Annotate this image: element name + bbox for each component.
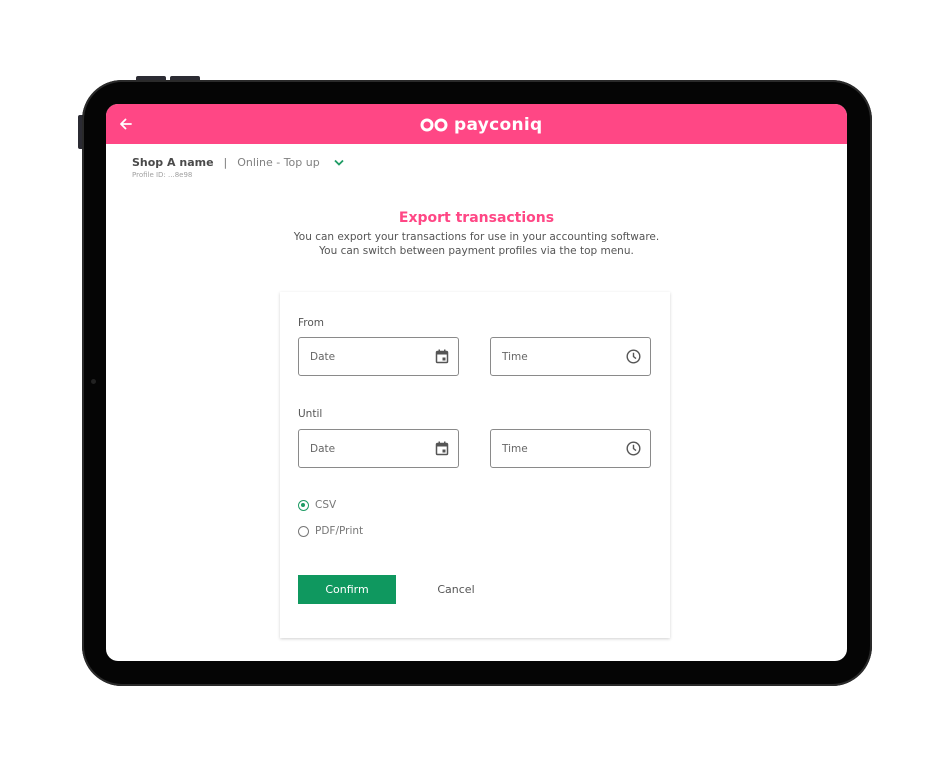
arrow-left-icon xyxy=(120,118,132,130)
brand-name: payconiq xyxy=(454,115,543,135)
payment-profile-dropdown[interactable]: Online - Top up xyxy=(237,156,344,169)
app-screen: payconiq Shop A name | Online - Top up P… xyxy=(106,104,847,661)
calendar-icon[interactable] xyxy=(435,349,449,364)
from-time-input[interactable]: Time xyxy=(490,337,651,376)
calendar-icon[interactable] xyxy=(435,441,449,456)
until-date-input[interactable]: Date xyxy=(298,429,459,468)
until-label: Until xyxy=(298,408,323,420)
page-title: Export transactions xyxy=(398,210,555,226)
time-placeholder: Time xyxy=(502,442,528,455)
payconiq-infinity-icon xyxy=(420,118,448,132)
device-camera xyxy=(91,379,96,384)
format-radio-pdf[interactable]: PDF/Print xyxy=(298,525,363,537)
brand-logo: payconiq xyxy=(420,114,542,136)
clock-icon[interactable] xyxy=(626,349,641,364)
selected-profile: Online - Top up xyxy=(237,156,320,169)
cancel-button[interactable]: Cancel xyxy=(420,575,492,604)
page-description: You can export your transactions for use… xyxy=(106,230,847,258)
confirm-button[interactable]: Confirm xyxy=(298,575,396,604)
shop-name: Shop A name xyxy=(132,156,214,169)
radio-selected-icon[interactable] xyxy=(298,499,309,511)
chevron-down-icon xyxy=(334,159,344,166)
from-label: From xyxy=(298,317,325,329)
radio-unselected-icon[interactable] xyxy=(298,525,309,537)
radio-label: CSV xyxy=(315,499,337,511)
top-bar: payconiq xyxy=(106,104,847,144)
export-form-card: From Date Time Until Date Time CSV PDF/P… xyxy=(280,292,670,638)
date-placeholder: Date xyxy=(310,350,336,363)
date-placeholder: Date xyxy=(310,442,336,455)
profile-selector: Shop A name | Online - Top up Profile ID… xyxy=(132,156,344,179)
clock-icon[interactable] xyxy=(626,441,641,456)
back-button[interactable] xyxy=(116,114,136,134)
format-radio-csv[interactable]: CSV xyxy=(298,499,336,511)
radio-label: PDF/Print xyxy=(315,525,364,537)
separator: | xyxy=(223,156,228,169)
description-line: You can export your transactions for use… xyxy=(293,231,660,243)
from-date-input[interactable]: Date xyxy=(298,337,459,376)
time-placeholder: Time xyxy=(502,350,528,363)
profile-id: Profile ID: ...8e98 xyxy=(132,171,193,179)
until-time-input[interactable]: Time xyxy=(490,429,651,468)
description-line: You can switch between payment profiles … xyxy=(319,245,634,257)
